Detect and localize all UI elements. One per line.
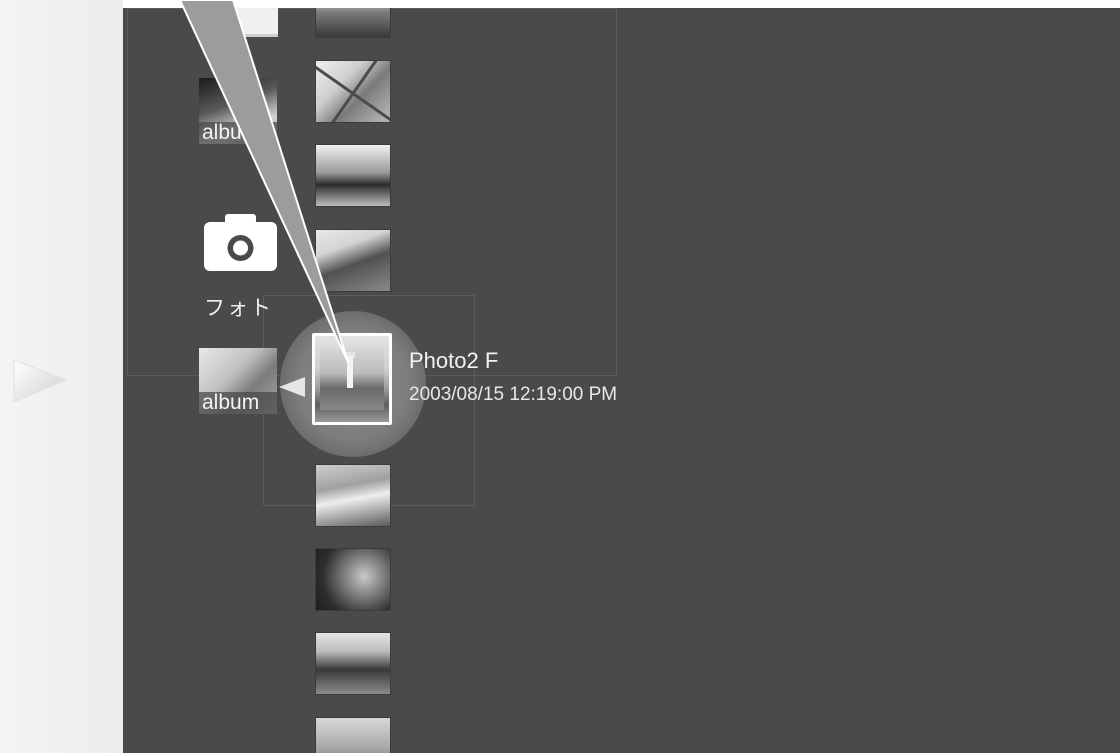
album-item[interactable]: album [199,78,277,144]
camera-icon[interactable] [203,212,278,272]
photo-thumbnail[interactable] [315,632,391,695]
photo-thumbnail[interactable] [315,8,391,38]
selected-photo-thumbnail[interactable] [312,333,392,425]
play-arrow-icon [13,359,68,403]
selected-photo-datetime: 2003/08/15 12:19:00 PM [409,384,618,405]
xmb-screen: album フォト album Photo2 F 2003/08/15 12:1… [123,8,1120,753]
album-label: album [199,392,277,414]
category-label-photo: フォト [204,296,273,320]
photo-thumbnail[interactable] [315,717,391,753]
photo-thumbnail[interactable] [315,229,391,292]
photo-thumbnail[interactable] [315,144,391,207]
album-label: album [199,122,277,144]
album-item-top[interactable] [206,8,278,37]
photo-thumbnail[interactable] [315,464,391,527]
photo-thumbnail[interactable] [315,548,391,611]
selection-pointer-icon [279,377,305,397]
photo-thumbnail[interactable] [315,60,391,123]
album-item[interactable]: album [199,348,277,414]
selected-photo-title: Photo2 F [409,348,499,373]
